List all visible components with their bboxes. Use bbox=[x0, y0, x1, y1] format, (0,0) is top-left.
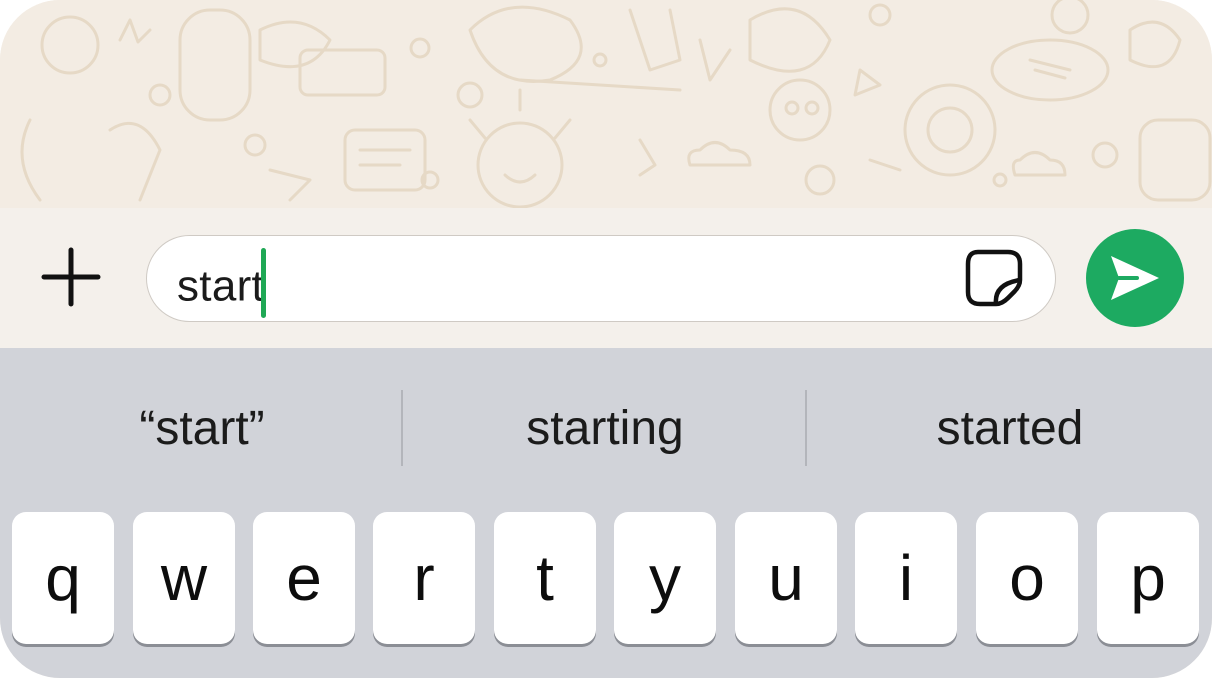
plus-icon bbox=[41, 247, 101, 307]
key-y[interactable]: y bbox=[614, 512, 716, 644]
wallpaper-doodles bbox=[20, 0, 1212, 208]
suggestion-bar: “start” starting started bbox=[0, 348, 1212, 508]
suggestion-item[interactable]: starting bbox=[404, 388, 806, 468]
key-o[interactable]: o bbox=[976, 512, 1078, 644]
key-w[interactable]: w bbox=[133, 512, 235, 644]
chat-wallpaper bbox=[0, 0, 1212, 208]
suggestion-item[interactable]: “start” bbox=[0, 388, 404, 468]
key-u[interactable]: u bbox=[735, 512, 837, 644]
send-button[interactable] bbox=[1086, 229, 1184, 327]
key-q[interactable]: q bbox=[12, 512, 114, 644]
key-t[interactable]: t bbox=[494, 512, 596, 644]
text-caret bbox=[261, 248, 267, 318]
sticker-icon bbox=[965, 249, 1023, 307]
attach-button[interactable] bbox=[38, 244, 104, 310]
keyboard: “start” starting started q w e r t y u i… bbox=[0, 348, 1212, 678]
key-i[interactable]: i bbox=[855, 512, 957, 644]
message-input[interactable]: start bbox=[146, 235, 1056, 322]
suggestion-divider bbox=[401, 390, 403, 466]
message-input-value: start bbox=[177, 261, 265, 311]
send-icon bbox=[1111, 256, 1159, 300]
key-p[interactable]: p bbox=[1097, 512, 1199, 644]
sticker-button[interactable] bbox=[964, 248, 1024, 308]
key-e[interactable]: e bbox=[253, 512, 355, 644]
suggestion-item[interactable]: started bbox=[808, 388, 1212, 468]
suggestion-divider bbox=[805, 390, 807, 466]
phone-screen: start “start” starting started q w e r t… bbox=[0, 0, 1212, 678]
message-input-text: start bbox=[177, 248, 267, 324]
key-r[interactable]: r bbox=[373, 512, 475, 644]
